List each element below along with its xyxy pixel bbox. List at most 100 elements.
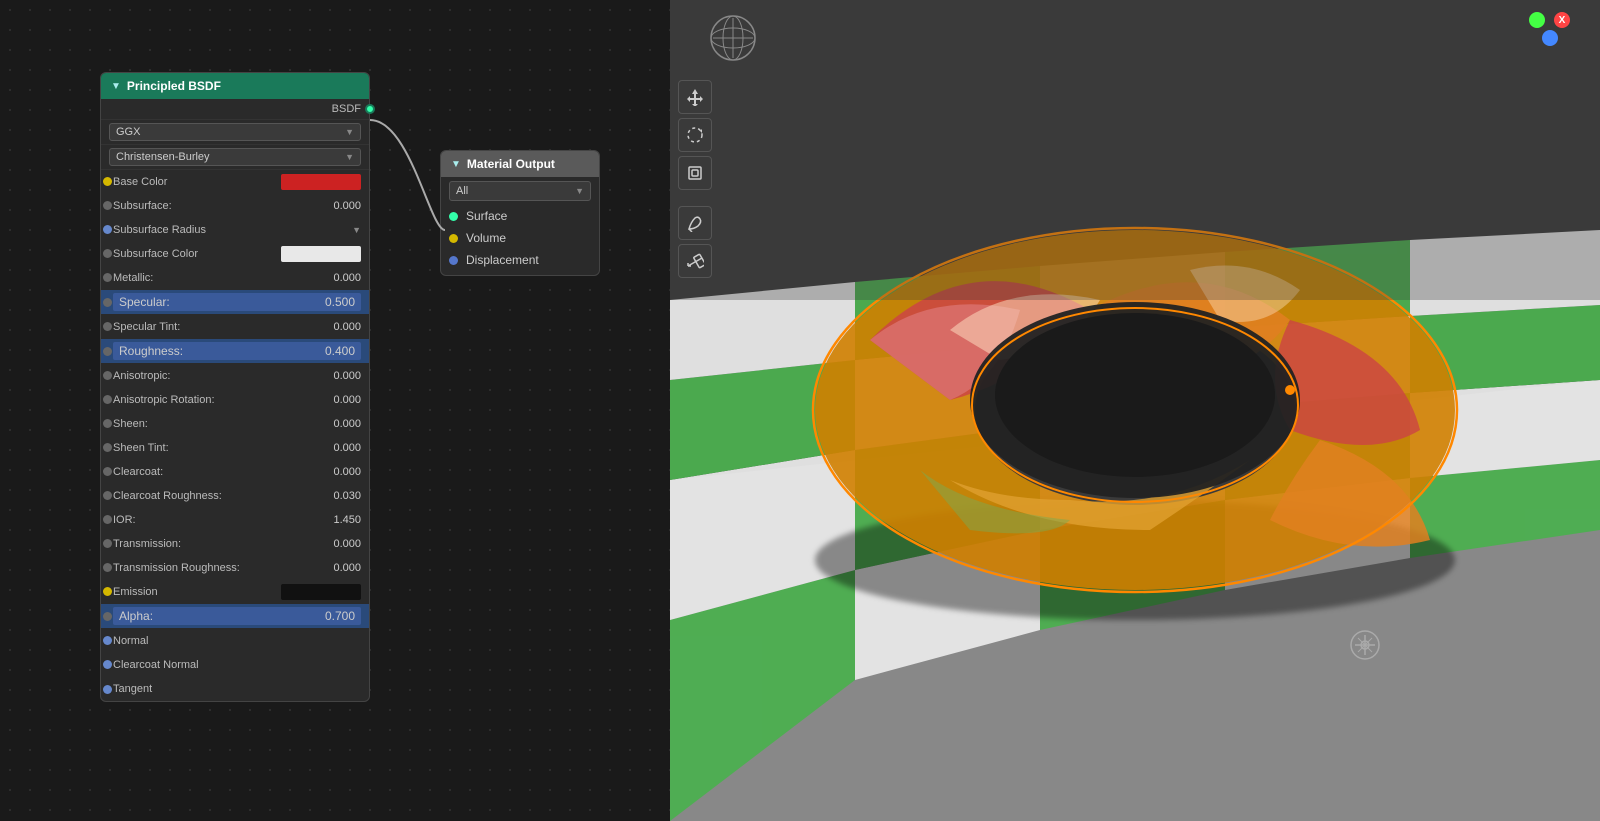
move-tool-btn[interactable] xyxy=(678,80,712,114)
label-emission: Emission xyxy=(113,586,281,598)
prop-specular-tint: Specular Tint: 0.000 xyxy=(101,315,369,339)
prop-anisotropic: Anisotropic: 0.000 xyxy=(101,364,369,388)
viewport-toolbar xyxy=(678,8,712,278)
bsdf-output-socket[interactable] xyxy=(365,104,375,114)
prop-sheen: Sheen: 0.000 xyxy=(101,412,369,436)
label-specular-tint: Specular Tint: xyxy=(113,321,311,333)
prop-anisotropic-rotation: Anisotropic Rotation: 0.000 xyxy=(101,388,369,412)
material-output-dropdown[interactable]: All ▼ xyxy=(449,181,591,201)
label-subsurface: Subsurface: xyxy=(113,200,311,212)
material-output-node: ▼ Material Output All ▼ Surface Volume D… xyxy=(440,150,600,276)
label-roughness: Roughness: xyxy=(119,344,183,358)
prop-specular: Specular: 0.500 xyxy=(101,290,369,315)
scale-tool-btn[interactable] xyxy=(678,156,712,190)
swatch-base-color[interactable] xyxy=(281,174,361,190)
label-anisotropic: Anisotropic: xyxy=(113,370,311,382)
val-ior: 1.450 xyxy=(311,514,361,526)
measure-tool-btn[interactable] xyxy=(678,244,712,278)
prop-transmission-roughness: Transmission Roughness: 0.000 xyxy=(101,556,369,580)
prop-base-color: Base Color xyxy=(101,170,369,194)
label-transmission-roughness: Transmission Roughness: xyxy=(113,562,311,574)
socket-specular xyxy=(103,298,112,307)
val-anisotropic: 0.000 xyxy=(311,370,361,382)
prop-clearcoat-normal: Clearcoat Normal xyxy=(101,653,369,677)
val-alpha: 0.700 xyxy=(325,609,355,623)
label-ior: IOR: xyxy=(113,514,311,526)
label-subsurface-radius: Subsurface Radius xyxy=(113,224,348,236)
val-sheen: 0.000 xyxy=(311,418,361,430)
node-collapse-triangle: ▼ xyxy=(111,81,121,92)
slider-alpha[interactable]: Alpha: 0.700 xyxy=(113,607,361,625)
prop-emission: Emission xyxy=(101,580,369,604)
socket-emission xyxy=(103,587,112,596)
socket-subsurface xyxy=(103,201,112,210)
bsdf-node-title: Principled BSDF xyxy=(127,79,221,93)
val-transmission-roughness: 0.000 xyxy=(311,562,361,574)
bsdf-node-header[interactable]: ▼ Principled BSDF xyxy=(101,73,369,99)
material-output-header[interactable]: ▼ Material Output xyxy=(441,151,599,177)
prop-clearcoat-roughness: Clearcoat Roughness: 0.030 xyxy=(101,484,369,508)
ggx-dropdown-row: GGX ▼ xyxy=(101,120,369,145)
socket-subsurface-color xyxy=(103,249,112,258)
axis-z-dot xyxy=(1542,30,1558,46)
bsdf-output-label: BSDF xyxy=(332,103,361,115)
label-sheen: Sheen: xyxy=(113,418,311,430)
slider-specular[interactable]: Specular: 0.500 xyxy=(113,293,361,311)
label-transmission: Transmission: xyxy=(113,538,311,550)
label-sheen-tint: Sheen Tint: xyxy=(113,442,311,454)
ggx-dropdown[interactable]: GGX ▼ xyxy=(109,123,361,141)
prop-transmission: Transmission: 0.000 xyxy=(101,532,369,556)
material-output-triangle: ▼ xyxy=(451,159,461,170)
swatch-subsurface-color[interactable] xyxy=(281,246,361,262)
christensen-dropdown-row: Christensen-Burley ▼ xyxy=(101,145,369,170)
socket-volume-input[interactable] xyxy=(449,234,458,243)
socket-sheen-tint xyxy=(103,443,112,452)
label-subsurface-color: Subsurface Color xyxy=(113,248,281,260)
val-metallic: 0.000 xyxy=(311,272,361,284)
socket-base-color xyxy=(103,177,112,186)
socket-clearcoat-normal xyxy=(103,660,112,669)
transform-gizmo xyxy=(1351,631,1379,659)
prop-subsurface-color: Subsurface Color xyxy=(101,242,369,266)
toolbar-separator-1 xyxy=(678,194,712,202)
prop-sheen-tint: Sheen Tint: 0.000 xyxy=(101,436,369,460)
swatch-emission[interactable] xyxy=(281,584,361,600)
socket-alpha xyxy=(103,612,112,621)
socket-transmission xyxy=(103,539,112,548)
socket-specular-tint xyxy=(103,322,112,331)
label-metallic: Metallic: xyxy=(113,272,311,284)
scene-viewport xyxy=(670,0,1600,821)
annotate-tool-btn[interactable] xyxy=(678,206,712,240)
prop-alpha: Alpha: 0.700 xyxy=(101,604,369,629)
socket-metallic xyxy=(103,273,112,282)
christensen-arrow: ▼ xyxy=(345,152,354,162)
label-alpha: Alpha: xyxy=(119,609,153,623)
label-base-color: Base Color xyxy=(113,176,281,188)
nav-gizmo-widget[interactable] xyxy=(708,13,758,63)
label-specular: Specular: xyxy=(119,295,170,309)
label-anisotropic-rotation: Anisotropic Rotation: xyxy=(113,394,311,406)
socket-surface-input[interactable] xyxy=(449,212,458,221)
christensen-dropdown[interactable]: Christensen-Burley ▼ xyxy=(109,148,361,166)
z-axis-indicator xyxy=(1542,30,1558,46)
prop-subsurface: Subsurface: 0.000 xyxy=(101,194,369,218)
material-dropdown-value: All xyxy=(456,185,468,197)
label-clearcoat-normal: Clearcoat Normal xyxy=(113,659,361,671)
socket-roughness xyxy=(103,347,112,356)
y-axis-indicator xyxy=(1529,12,1545,28)
val-clearcoat-roughness: 0.030 xyxy=(311,490,361,502)
val-anisotropic-rotation: 0.000 xyxy=(311,394,361,406)
socket-normal xyxy=(103,636,112,645)
val-specular: 0.500 xyxy=(325,295,355,309)
label-normal: Normal xyxy=(113,635,361,647)
slider-roughness[interactable]: Roughness: 0.400 xyxy=(113,342,361,360)
socket-sheen xyxy=(103,419,112,428)
axis-x-dot: X xyxy=(1554,12,1570,28)
socket-tangent xyxy=(103,685,112,694)
rotate-tool-btn[interactable] xyxy=(678,118,712,152)
material-output-title: Material Output xyxy=(467,157,555,171)
socket-displacement-input[interactable] xyxy=(449,256,458,265)
output-surface-row: Surface xyxy=(441,205,599,227)
label-volume: Volume xyxy=(466,231,506,245)
prop-normal: Normal xyxy=(101,629,369,653)
